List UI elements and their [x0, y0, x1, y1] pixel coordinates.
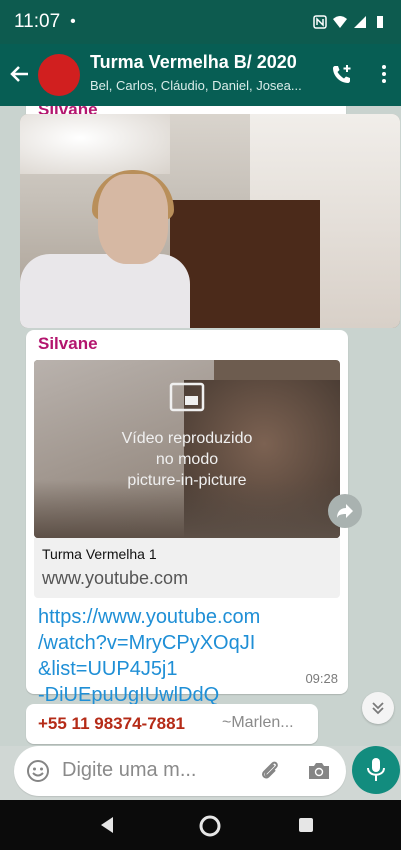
status-time: 11:07	[14, 11, 61, 32]
status-icons	[313, 15, 387, 29]
battery-icon	[377, 16, 383, 28]
emoji-icon[interactable]	[26, 759, 50, 783]
notification-dot: •	[70, 13, 76, 30]
link-preview-domain: www.youtube.com	[42, 568, 189, 588]
camera-icon[interactable]	[306, 759, 332, 783]
link-preview-card[interactable]: Turma Vermelha 1 www.youtube.com	[34, 538, 340, 598]
sender-name: Silvane	[38, 334, 98, 353]
double-chevron-down-icon	[372, 702, 384, 715]
system-navigation-bar	[0, 800, 401, 850]
video-person-shirt	[20, 254, 190, 328]
chat-header: Turma Vermelha B/ 2020 Bel, Carlos, Cláu…	[0, 44, 401, 106]
link-preview-title: Turma Vermelha 1	[42, 546, 157, 562]
nav-recents-icon[interactable]	[299, 818, 313, 832]
video-piano	[170, 200, 320, 328]
nav-back-icon[interactable]	[98, 816, 116, 834]
link-preview-thumbnail[interactable]: Vídeo reproduzido no modo picture-in-pic…	[34, 360, 340, 538]
message-bubble[interactable]: Silvane Vídeo reproduzido no modo pictur…	[26, 330, 348, 706]
forward-button[interactable]	[328, 494, 362, 528]
more-options-icon[interactable]	[378, 62, 390, 86]
message-link[interactable]: https://www.youtube.com /watch?v=MryCPyX…	[38, 604, 338, 708]
pip-video-window[interactable]	[20, 114, 400, 328]
message-input[interactable]: Digite uma m...	[14, 746, 346, 796]
message-bubble[interactable]: +55 11 98374-7881 ~Marlen...	[26, 704, 318, 744]
mic-icon	[367, 758, 385, 781]
back-arrow-icon[interactable]	[8, 62, 32, 86]
sender-alias: ~Marlen...	[222, 714, 294, 731]
picture-in-picture-icon	[169, 382, 205, 412]
video-ceiling	[20, 114, 170, 174]
forward-icon	[337, 504, 353, 518]
chat-area[interactable]: Silvane Silvane Vídeo reproduzido no mod…	[0, 106, 401, 746]
message-placeholder[interactable]: Digite uma m...	[62, 759, 196, 782]
sender-phone: +55 11 98374-7881	[38, 714, 186, 733]
message-time: 09:28	[305, 671, 338, 686]
group-members[interactable]: Bel, Carlos, Cláudio, Daniel, Josea...	[90, 78, 315, 93]
compose-bar: Digite uma m...	[0, 746, 401, 800]
scroll-to-bottom-button[interactable]	[362, 692, 394, 724]
nfc-icon	[313, 15, 327, 29]
group-title[interactable]: Turma Vermelha B/ 2020	[90, 52, 297, 73]
wifi-icon	[333, 16, 347, 28]
signal-icon	[354, 16, 366, 28]
status-bar: 11:07 •	[0, 0, 401, 44]
attach-icon[interactable]	[258, 759, 282, 783]
voice-message-button[interactable]	[352, 746, 400, 794]
video-person-face	[98, 174, 168, 264]
pip-overlay-text: Vídeo reproduzido no modo picture-in-pic…	[121, 430, 253, 489]
add-call-icon[interactable]	[330, 62, 354, 86]
nav-home-icon[interactable]	[198, 814, 222, 838]
group-avatar[interactable]	[38, 54, 80, 96]
